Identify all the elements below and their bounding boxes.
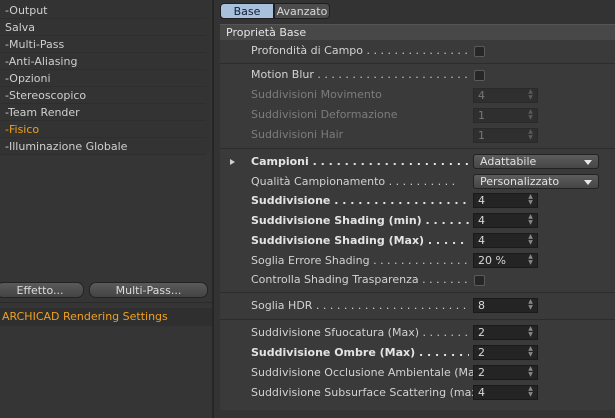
renderer-item[interactable]: ARCHICAD Rendering Settings: [0, 308, 212, 326]
profondita-checkbox[interactable]: [474, 46, 485, 57]
campioni-label: Campioni . . . . . . . . . . . . . . . .…: [251, 155, 469, 168]
multi-pass-button[interactable]: Multi-Pass...: [89, 282, 208, 298]
separator: [220, 148, 615, 149]
spinner-icon[interactable]: ▲ ▼: [527, 109, 534, 122]
suddivisione-field[interactable]: 4 ▲ ▼: [473, 193, 538, 208]
spinner-icon[interactable]: ▲ ▼: [527, 386, 534, 399]
campioni-dropdown[interactable]: Adattabile: [473, 154, 599, 169]
motion-blur-checkbox[interactable]: [474, 70, 485, 81]
spinner-icon[interactable]: ▲ ▼: [527, 194, 534, 207]
spinner-icon[interactable]: ▲ ▼: [527, 326, 534, 339]
sudd-movimento-field[interactable]: 4 ▲ ▼: [473, 88, 538, 103]
suddivisione-label: Suddivisione . . . . . . . . . . . . . .…: [251, 194, 469, 207]
soglia-errore-label: Soglia Errore Shading . . . . . . . . . …: [251, 254, 468, 267]
sudd-deformazione-label: Suddivisioni Deformazione: [251, 108, 398, 121]
motion-blur-label: Motion Blur . . . . . . . . . . . . . . …: [251, 68, 469, 81]
properties-group: Profondità di Campo . . . . . . . . . . …: [220, 40, 615, 410]
spinner-icon[interactable]: ▲ ▼: [527, 299, 534, 312]
sudd-hair-field[interactable]: 1 ▲ ▼: [473, 128, 538, 143]
sudd-hair-label: Suddivisioni Hair: [251, 128, 344, 141]
soglia-hdr-field[interactable]: 8 ▲ ▼: [473, 298, 538, 313]
spinner-icon[interactable]: ▲ ▼: [527, 214, 534, 227]
soglia-hdr-label: Soglia HDR . . . . . . . . . . . . . . .…: [251, 299, 469, 312]
sudd-shading-max-label: Suddivisione Shading (Max) . . . . . . .…: [251, 234, 469, 247]
spinner-icon[interactable]: ▲ ▼: [527, 89, 534, 102]
sidebar-item-fisico[interactable]: -Fisico: [0, 121, 206, 138]
separator: [220, 292, 615, 293]
sudd-shading-min-label: Suddivisione Shading (min) . . . . . . .…: [251, 214, 469, 227]
sudd-ombre-label: Suddivisione Ombre (Max) . . . . . . . .…: [251, 346, 469, 359]
sudd-ombre-field[interactable]: 2 ▲ ▼: [473, 345, 538, 360]
soglia-errore-field[interactable]: 20 % ▲ ▼: [473, 253, 538, 268]
controlla-trasparenza-label: Controlla Shading Trasparenza . . . . . …: [251, 273, 469, 286]
profondita-label: Profondità di Campo . . . . . . . . . . …: [251, 44, 469, 57]
chevron-down-icon: [584, 160, 592, 165]
qualita-label: Qualità Campionamento . . . . . . . . . …: [251, 175, 456, 188]
sidebar-item-multi-pass[interactable]: -Multi-Pass: [0, 36, 206, 53]
separator: [220, 319, 615, 320]
sidebar-item-salva[interactable]: Salva: [0, 19, 206, 36]
tab-avanzato[interactable]: Avanzato: [274, 3, 330, 19]
spinner-icon[interactable]: ▲ ▼: [527, 254, 534, 267]
sudd-subsurface-label: Suddivisione Subsurface Scattering (max): [251, 386, 483, 399]
sidebar-item-illuminazione-globale[interactable]: -Illuminazione Globale: [0, 138, 206, 155]
divider: [0, 302, 212, 303]
chevron-down-icon: [584, 180, 592, 185]
sudd-subsurface-field[interactable]: 4 ▲ ▼: [473, 385, 538, 400]
sudd-sfuocatura-field[interactable]: 2 ▲ ▼: [473, 325, 538, 340]
settings-panel: Base Avanzato Proprietà Base Profondità …: [214, 0, 615, 418]
spinner-icon[interactable]: ▲ ▼: [527, 129, 534, 142]
spinner-icon[interactable]: ▲ ▼: [527, 366, 534, 379]
sudd-shading-max-field[interactable]: 4 ▲ ▼: [473, 233, 538, 248]
group-title: Proprietà Base: [220, 24, 615, 40]
expand-triangle-icon[interactable]: [230, 159, 235, 165]
sudd-shading-min-field[interactable]: 4 ▲ ▼: [473, 213, 538, 228]
sidebar-item-opzioni[interactable]: -Opzioni: [0, 70, 206, 87]
sudd-occlusione-label: Suddivisione Occlusione Ambientale (Max): [251, 366, 483, 379]
render-settings-sidebar: -Output Salva -Multi-Pass -Anti-Aliasing…: [0, 0, 212, 418]
spinner-icon[interactable]: ▲ ▼: [527, 346, 534, 359]
effect-button[interactable]: Effetto...: [0, 282, 84, 298]
sudd-sfuocatura-label: Suddivisione Sfuocatura (Max) . . . . . …: [251, 326, 468, 339]
sudd-deformazione-field[interactable]: 1 ▲ ▼: [473, 108, 538, 123]
spinner-icon[interactable]: ▲ ▼: [527, 234, 534, 247]
sudd-occlusione-field[interactable]: 2 ▲ ▼: [473, 365, 538, 380]
qualita-dropdown[interactable]: Personalizzato: [473, 174, 599, 189]
tab-base[interactable]: Base: [220, 3, 274, 19]
sidebar-item-team-render[interactable]: -Team Render: [0, 104, 206, 121]
sidebar-item-anti-aliasing[interactable]: -Anti-Aliasing: [0, 53, 206, 70]
sidebar-item-stereoscopico[interactable]: -Stereoscopico: [0, 87, 206, 104]
separator: [220, 63, 615, 64]
controlla-trasparenza-checkbox[interactable]: [474, 275, 485, 286]
sudd-movimento-label: Suddivisioni Movimento: [251, 88, 382, 101]
sidebar-item-output[interactable]: -Output: [0, 2, 206, 19]
